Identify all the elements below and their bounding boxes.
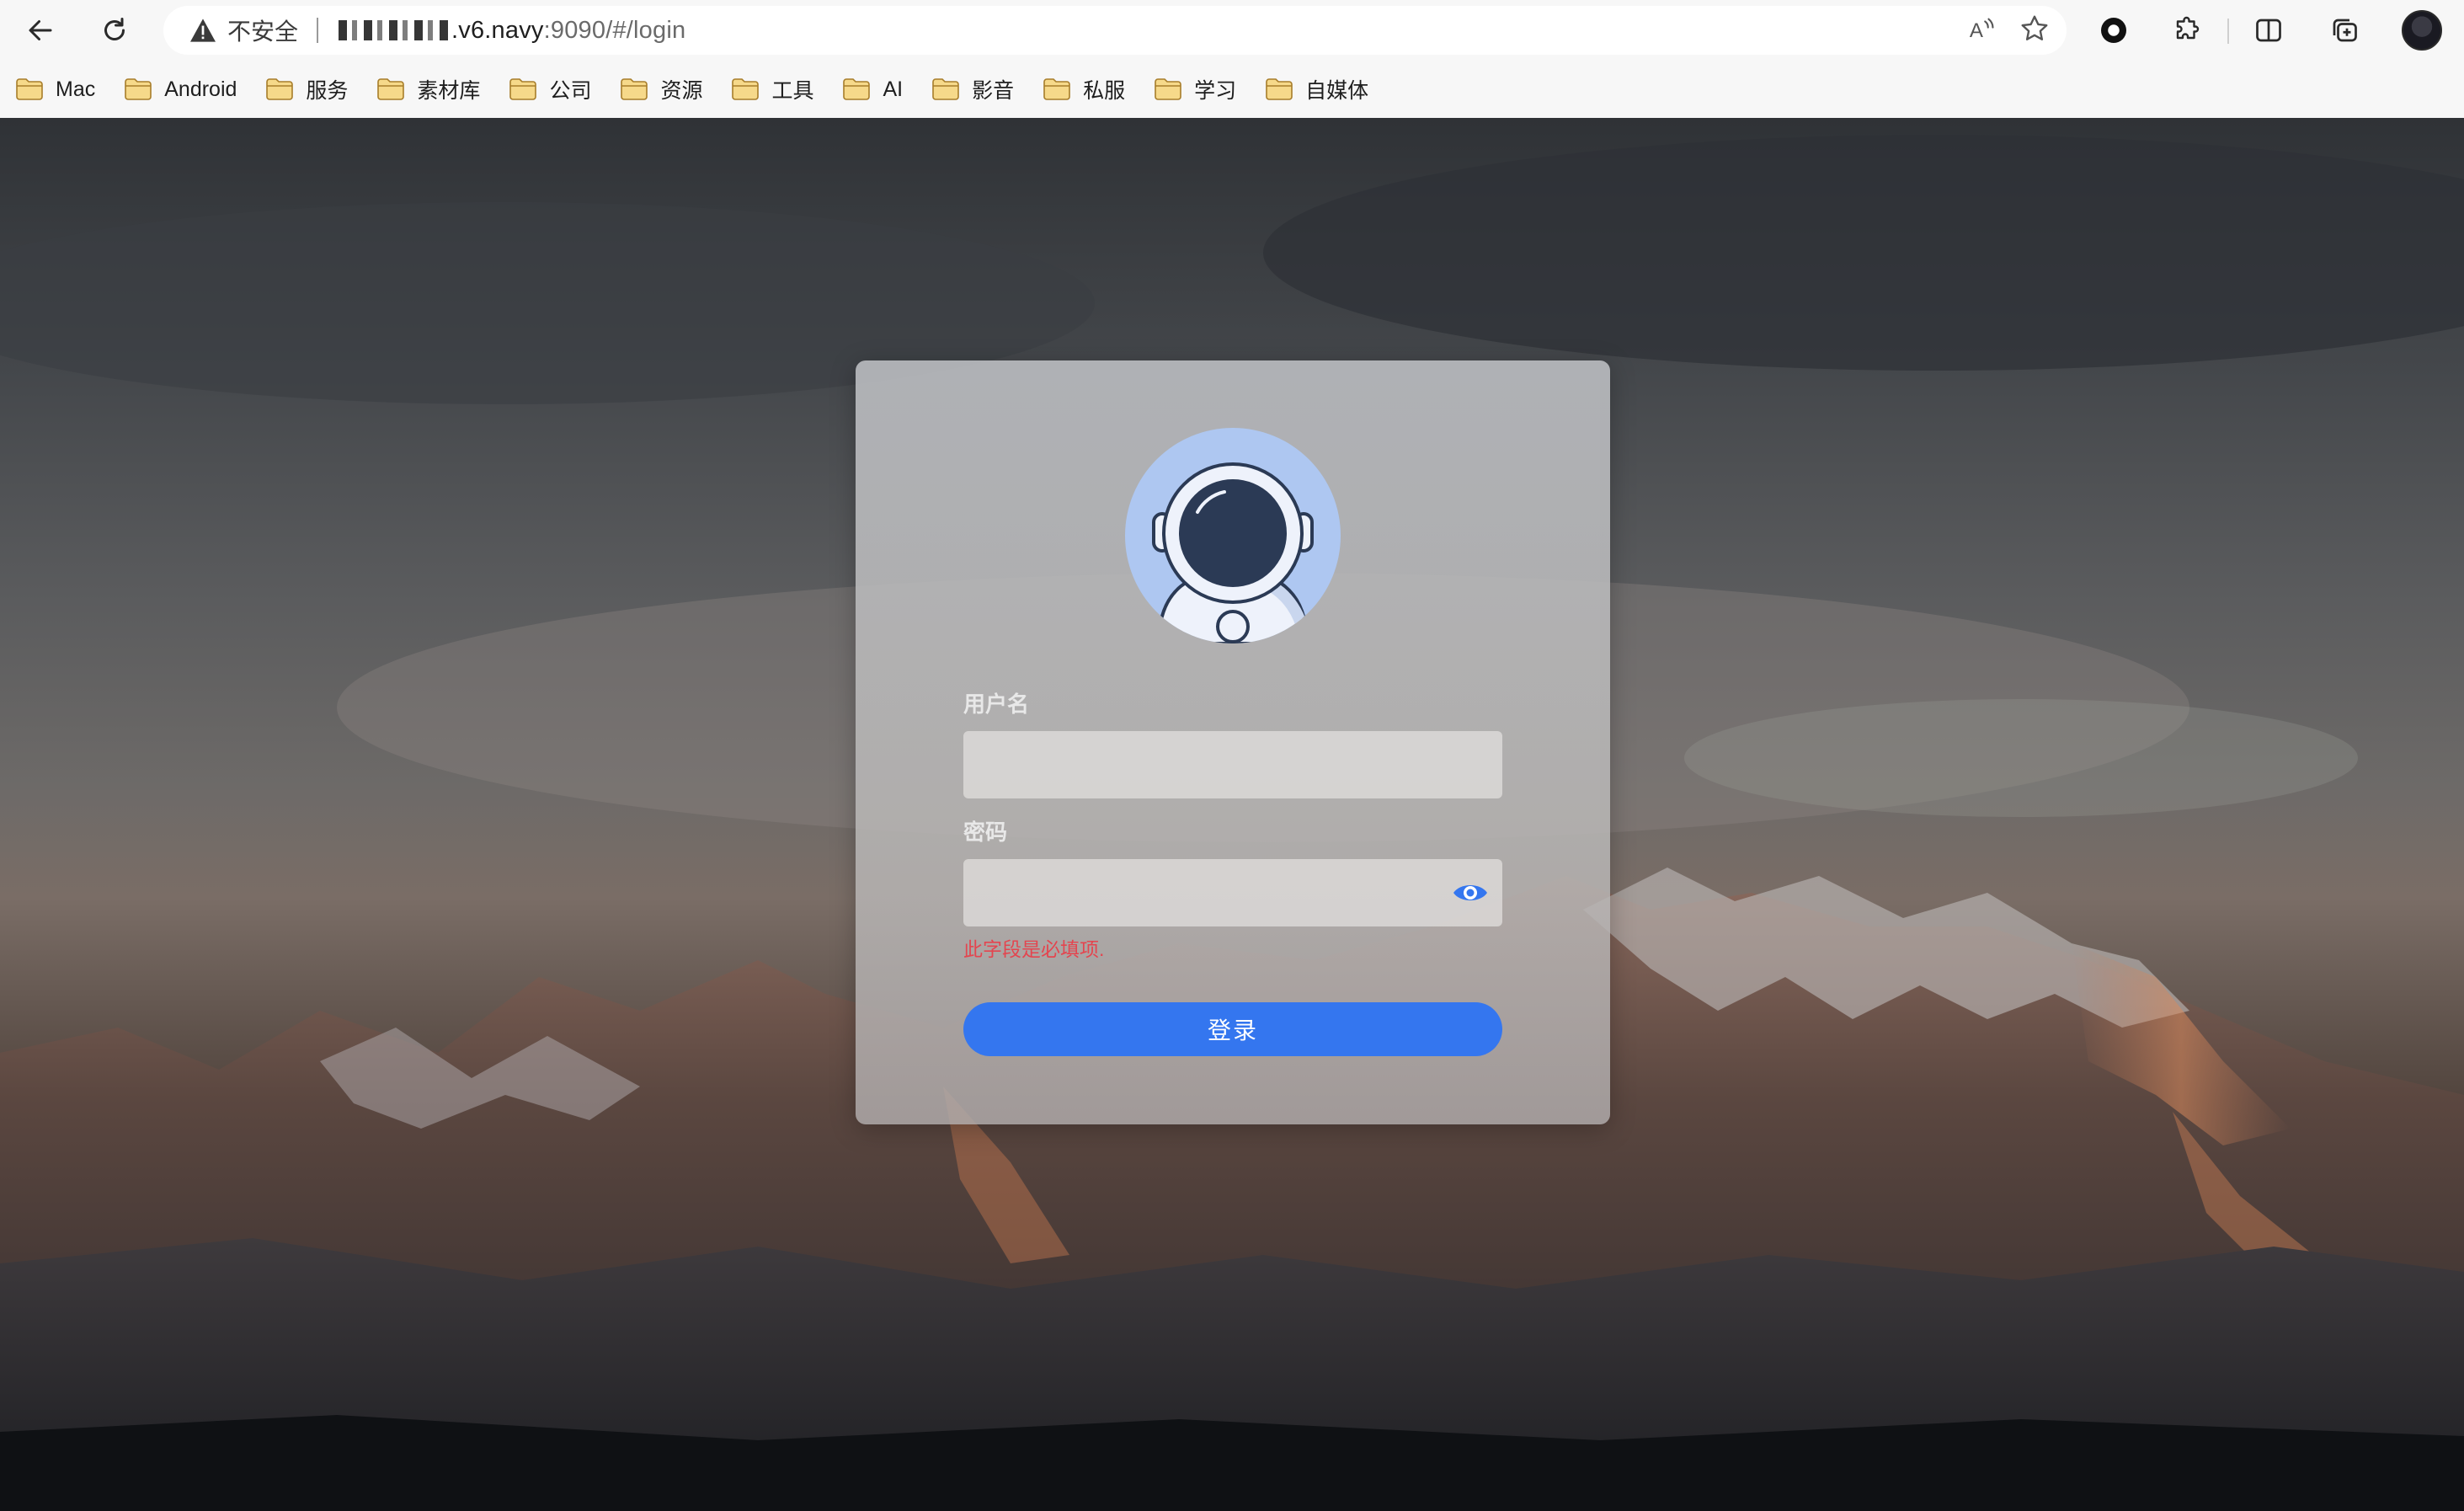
bookmark-label: 影音 [972, 79, 1015, 103]
bookmark-label: Android [164, 77, 237, 101]
security-indicator[interactable]: 不安全 [189, 13, 298, 47]
folder-icon [1043, 78, 1070, 100]
read-aloud-icon: A [1970, 18, 1994, 41]
bookmark-folder-ai[interactable]: AI [842, 69, 916, 109]
read-aloud-button[interactable]: A [1967, 14, 1996, 47]
reload-button[interactable] [93, 8, 136, 52]
extensions-button[interactable] [2166, 8, 2210, 52]
bookmark-folder-tools[interactable]: 工具 [731, 69, 827, 109]
username-label: 用户名 [963, 691, 1030, 717]
folder-icon [732, 78, 760, 100]
bookmark-label: 素材库 [417, 79, 481, 103]
astronaut-avatar [1125, 428, 1341, 643]
svg-text:A: A [1970, 19, 1984, 41]
login-button[interactable]: 登录 [963, 1002, 1502, 1056]
favorite-button[interactable] [2019, 13, 2050, 48]
bookmark-folder-media[interactable]: 影音 [931, 69, 1027, 109]
profile-avatar[interactable] [2402, 10, 2442, 51]
address-actions: A [1967, 6, 2050, 55]
collections-icon [2333, 19, 2357, 42]
bookmark-folder-assets[interactable]: 素材库 [376, 69, 493, 109]
folder-icon [932, 78, 959, 100]
bookmark-label: 资源 [660, 79, 703, 103]
bookmark-folder-services[interactable]: 服务 [265, 69, 361, 109]
folder-icon [377, 78, 405, 100]
bookmark-label: AI [883, 77, 904, 101]
star-icon [2021, 15, 2048, 40]
puzzle-extension-icon [2176, 16, 2200, 40]
folder-icon [125, 78, 152, 100]
bookmark-folder-private[interactable]: 私服 [1043, 69, 1139, 109]
login-card: 用户名 密码 此字段是必填项. 登录 [856, 360, 1610, 1124]
url-host: .v6.navy [451, 16, 544, 44]
toolbar-divider [2227, 19, 2229, 44]
password-input[interactable] [963, 859, 1502, 926]
bookmark-label: Mac [56, 77, 96, 101]
folder-icon [1266, 78, 1293, 100]
folder-icon [1155, 78, 1181, 100]
login-page: 用户名 密码 此字段是必填项. 登录 [0, 118, 2464, 1511]
bookmark-folder-self-media[interactable]: 自媒体 [1265, 69, 1382, 109]
security-text: 不安全 [227, 19, 299, 45]
collections-button[interactable] [2323, 8, 2366, 52]
arrow-left-icon [29, 20, 52, 40]
bookmark-label: 工具 [771, 79, 814, 103]
bookmarks-bar: Mac Android 服务 素材库 公司 资源 工具 AI 影音 私服 学习 [0, 61, 2464, 118]
bookmark-label: 自媒体 [1305, 79, 1369, 103]
bookmark-label: 学习 [1194, 79, 1237, 103]
username-input[interactable] [963, 731, 1502, 798]
password-error: 此字段是必填项. [963, 938, 1105, 960]
password-label: 密码 [963, 820, 1008, 845]
folder-icon [16, 78, 43, 100]
address-bar[interactable]: 不安全 .v6.navy :9090/#/login A [163, 6, 2067, 55]
address-divider [317, 18, 319, 43]
record-extension-icon [2101, 18, 2126, 43]
folder-icon [509, 78, 537, 100]
bookmark-folder-android[interactable]: Android [124, 69, 250, 109]
folder-icon [621, 78, 648, 100]
browser-toolbar: 不安全 .v6.navy :9090/#/login A [0, 0, 2464, 61]
url-path: :9090/#/login [543, 16, 686, 44]
split-screen-icon [2256, 19, 2281, 42]
folder-icon [266, 78, 294, 100]
bookmark-folder-mac[interactable]: Mac [15, 69, 109, 109]
url-redacted-segment [339, 20, 451, 40]
folder-icon [843, 78, 871, 100]
back-button[interactable] [19, 8, 62, 52]
warning-triangle-icon [190, 19, 216, 42]
url-text: .v6.navy :9090/#/login [339, 17, 685, 45]
bookmark-label: 服务 [306, 79, 349, 103]
reload-icon [104, 18, 125, 40]
bookmark-folder-study[interactable]: 学习 [1154, 69, 1250, 109]
bookmark-label: 私服 [1083, 79, 1126, 103]
record-extension-button[interactable] [2092, 8, 2136, 52]
bookmark-folder-resources[interactable]: 资源 [620, 69, 716, 109]
bookmark-label: 公司 [549, 79, 592, 103]
bookmark-folder-company[interactable]: 公司 [509, 69, 605, 109]
split-screen-button[interactable] [2247, 8, 2291, 52]
eye-icon[interactable] [1452, 879, 1489, 906]
